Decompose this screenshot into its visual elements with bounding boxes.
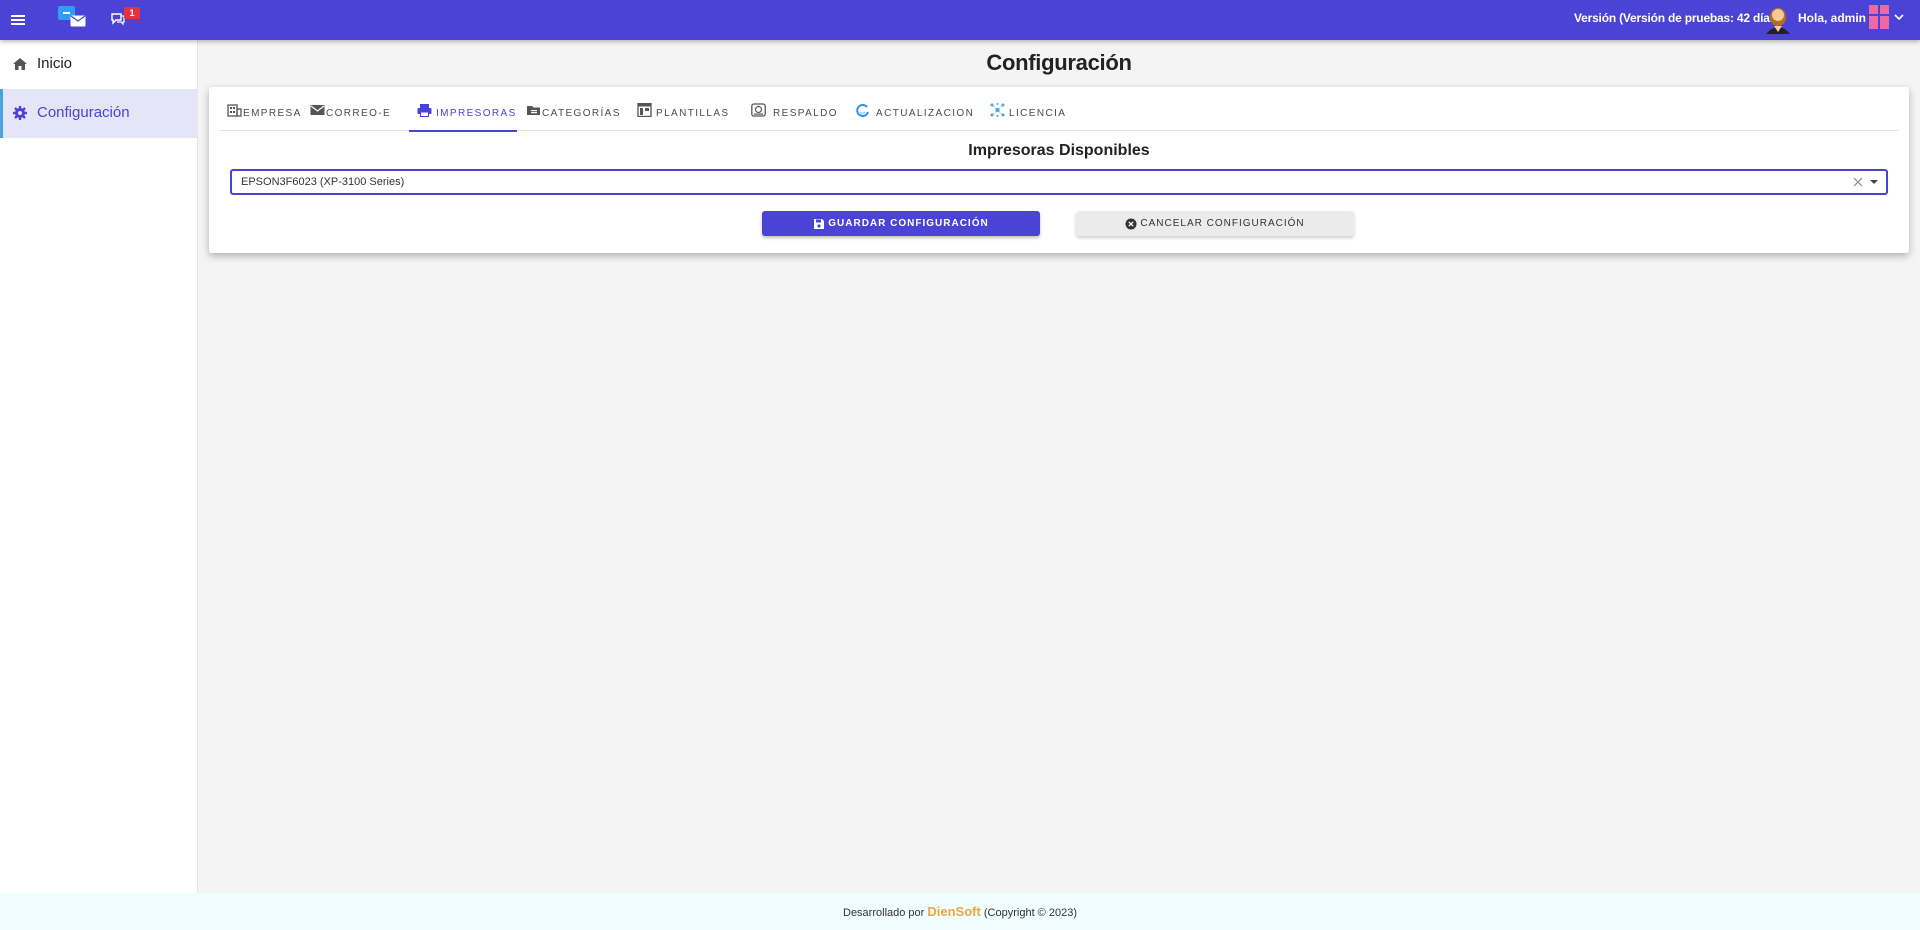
config-card: EMPRESA CORREO-E IMPRESORAS CATEGORÍAS P… xyxy=(209,87,1909,253)
tab-label: RESPALDO xyxy=(773,108,838,119)
tab-respaldo[interactable]: RESPALDO xyxy=(749,87,837,131)
gear-icon xyxy=(13,106,27,120)
tab-label: CORREO-E xyxy=(326,108,392,119)
apps-menu-button[interactable] xyxy=(1869,5,1909,29)
tab-licencia[interactable]: LICENCIA xyxy=(987,87,1077,131)
home-icon xyxy=(13,58,27,70)
tab-label: ACTUALIZACION xyxy=(876,108,975,119)
building-icon xyxy=(227,104,242,117)
tab-empresa[interactable]: EMPRESA xyxy=(219,87,300,131)
mail-icon xyxy=(70,15,86,27)
sidebar-item-inicio[interactable]: Inicio xyxy=(0,40,197,89)
printer-icon xyxy=(417,104,432,117)
avatar[interactable] xyxy=(1764,4,1792,34)
footer: Desarrollado por DienSoft (Copyright © 2… xyxy=(0,893,1920,930)
top-bar: 1 Versión (Versión de pruebas: 42 días) … xyxy=(0,0,1920,40)
save-config-button[interactable]: GUARDAR CONFIGURACIÓN xyxy=(762,211,1040,236)
license-icon xyxy=(990,103,1005,117)
dropdown-arrow-icon[interactable] xyxy=(1870,180,1878,184)
tab-label: EMPRESA xyxy=(243,108,302,119)
sidebar-item-label: Configuración xyxy=(37,104,130,121)
tab-bar: EMPRESA CORREO-E IMPRESORAS CATEGORÍAS P… xyxy=(219,87,1899,132)
hamburger-icon xyxy=(11,15,25,17)
cancel-config-button[interactable]: CANCELAR CONFIGURACIÓN xyxy=(1076,211,1354,236)
tab-label: IMPRESORAS xyxy=(436,108,517,119)
folder-icon xyxy=(527,106,540,115)
printer-select-value: EPSON3F6023 (XP-3100 Series) xyxy=(241,176,405,188)
sidebar-item-label: Inicio xyxy=(37,55,73,72)
grid-apps-icon xyxy=(1869,5,1904,29)
tab-impresoras[interactable]: IMPRESORAS xyxy=(409,87,517,132)
notification-badge: 1 xyxy=(124,7,140,19)
cancel-config-label: CANCELAR CONFIGURACIÓN xyxy=(1140,218,1305,229)
tab-label: PLANTILLAS xyxy=(656,108,730,119)
notifications-button[interactable]: 1 xyxy=(108,7,142,35)
save-config-label: GUARDAR CONFIGURACIÓN xyxy=(828,218,989,229)
footer-prefix: Desarrollado por xyxy=(843,907,928,919)
tab-label: LICENCIA xyxy=(1009,108,1067,119)
footer-copyright: (Copyright © 2023) xyxy=(980,907,1077,919)
tab-label: CATEGORÍAS xyxy=(542,108,621,119)
tab-plantillas[interactable]: PLANTILLAS xyxy=(634,87,729,131)
tab-actualizacion[interactable]: ACTUALIZACION xyxy=(853,87,975,131)
chevron-down-icon xyxy=(1894,14,1904,21)
printer-select[interactable]: EPSON3F6023 (XP-3100 Series) xyxy=(230,169,1888,195)
template-icon xyxy=(637,103,652,117)
version-label: Versión (Versión de pruebas: 42 días) xyxy=(1574,11,1781,25)
sidebar-item-configuracion[interactable]: Configuración xyxy=(0,89,197,138)
envelope-icon xyxy=(310,105,325,115)
clear-icon[interactable] xyxy=(1852,176,1864,188)
page-title: Configuración xyxy=(986,50,1132,75)
menu-button[interactable] xyxy=(8,9,30,31)
sidebar: Inicio Configuración xyxy=(0,40,198,893)
messages-button[interactable] xyxy=(58,6,88,32)
tab-categorias[interactable]: CATEGORÍAS xyxy=(524,87,619,131)
user-greeting: Hola, admin xyxy=(1798,11,1867,25)
footer-brand-link[interactable]: DienSoft xyxy=(927,904,980,919)
save-icon xyxy=(814,218,825,229)
section-title: Impresoras Disponibles xyxy=(968,142,1150,159)
backup-icon xyxy=(751,103,766,117)
update-icon xyxy=(856,104,869,117)
tab-correo-e[interactable]: CORREO-E xyxy=(305,87,390,131)
cancel-icon xyxy=(1125,218,1137,229)
